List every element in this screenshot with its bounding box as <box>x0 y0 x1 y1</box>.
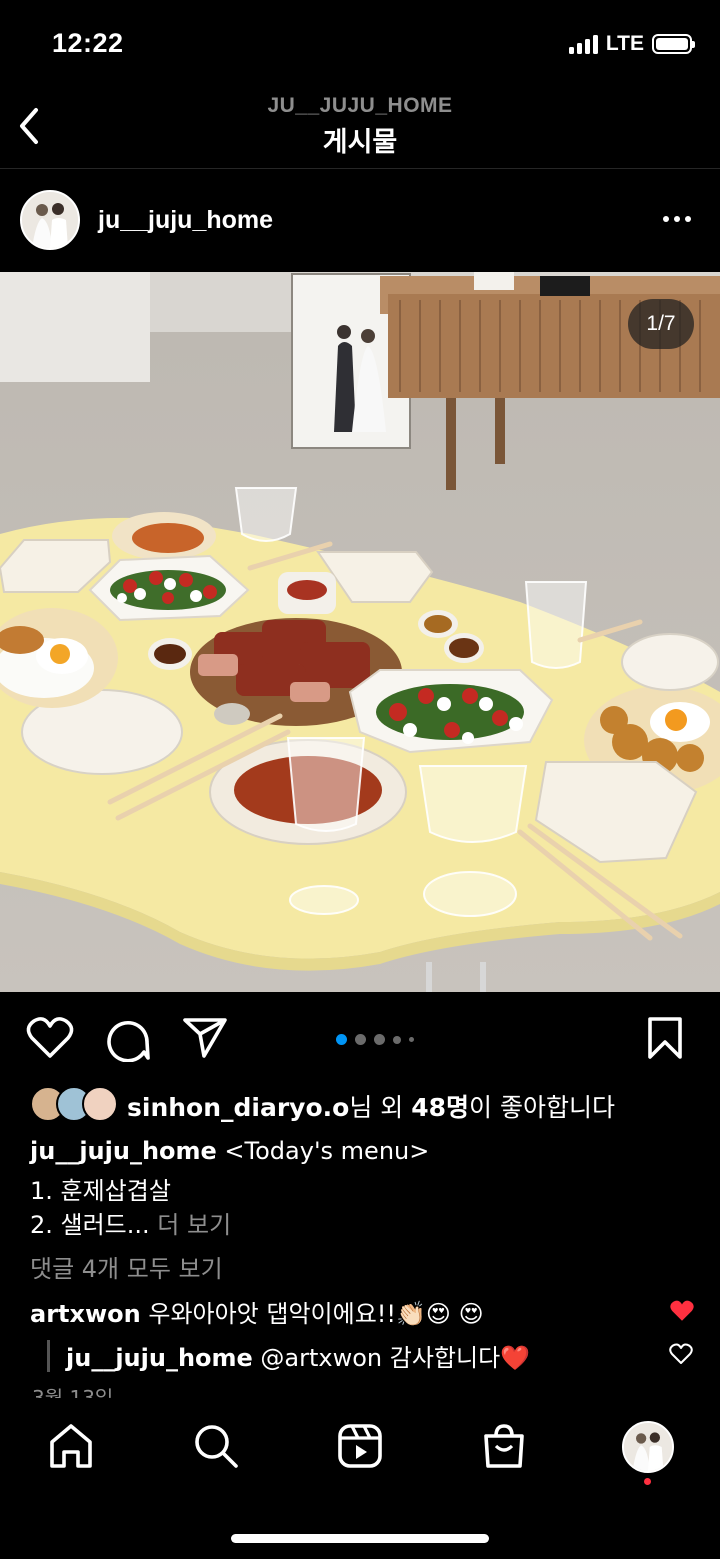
avatar <box>82 1086 118 1122</box>
heart-icon[interactable] <box>26 1016 74 1060</box>
carousel-dots <box>336 1034 414 1045</box>
home-indicator[interactable] <box>231 1534 489 1543</box>
header-username: JU__JUJU_HOME <box>267 94 453 117</box>
signal-icon <box>568 34 598 54</box>
home-icon[interactable] <box>48 1422 94 1470</box>
status-time: 12:22 <box>52 28 124 58</box>
page-title: 게시물 <box>322 127 398 158</box>
comment-text: 우와아아앗 댑악이에요!!👏🏻😍 😍 <box>140 1300 484 1328</box>
comment-icon[interactable] <box>104 1016 150 1062</box>
shop-icon[interactable] <box>480 1422 528 1470</box>
post-image[interactable] <box>0 272 720 992</box>
more-options-icon[interactable] <box>662 210 692 228</box>
profile-avatar[interactable] <box>622 1421 674 1473</box>
comment-like-filled-icon[interactable] <box>669 1299 695 1323</box>
liked-by-username[interactable]: sinhon_diaryo.o <box>127 1093 349 1122</box>
image-counter: 1/7 <box>628 299 694 349</box>
post-username[interactable]: ju__juju_home <box>98 206 273 235</box>
reply-text: @artxwon 감사합니다❤️ <box>252 1344 531 1372</box>
comment-username[interactable]: artxwon <box>30 1300 141 1328</box>
caption-line2-wrap: 2. 샐러드... 더 보기 <box>30 1205 231 1240</box>
likes-summary[interactable]: sinhon_diaryo.o님 외 48명이 좋아합니다 <box>127 1088 615 1124</box>
caption-text: <Today's menu> <box>216 1137 430 1165</box>
comment-row: artxwon 우와아아앗 댑악이에요!!👏🏻😍 😍 <box>30 1294 484 1329</box>
caption-line2: 2. 샐러드... <box>30 1211 150 1239</box>
view-all-comments-link[interactable]: 댓글 4개 모두 보기 <box>30 1249 223 1284</box>
notification-dot <box>644 1478 651 1485</box>
status-indicators: LTE <box>568 32 695 56</box>
liked-by-avatars[interactable] <box>30 1086 118 1122</box>
caption-username[interactable]: ju__juju_home <box>30 1137 217 1165</box>
caption-first-line: ju__juju_home <Today's menu> <box>30 1137 429 1165</box>
search-icon[interactable] <box>192 1422 240 1470</box>
comment-like-icon[interactable] <box>669 1343 693 1365</box>
post-avatar[interactable] <box>20 190 80 250</box>
caption-line1: 1. 훈제삽겹살 <box>30 1177 171 1205</box>
reply-username[interactable]: ju__juju_home <box>66 1344 253 1372</box>
bookmark-icon[interactable] <box>646 1016 684 1060</box>
header-divider <box>0 168 720 169</box>
battery-icon <box>652 34 695 54</box>
likes-count[interactable]: 48명 <box>411 1093 469 1122</box>
likes-text-mid: 님 외 <box>349 1093 412 1122</box>
reply-indicator <box>47 1340 50 1372</box>
likes-text-end: 이 좋아합니다 <box>469 1093 615 1122</box>
more-link[interactable]: 더 보기 <box>150 1211 231 1239</box>
network-label: LTE <box>605 32 644 55</box>
reply-row: ju__juju_home @artxwon 감사합니다❤️ <box>66 1338 530 1373</box>
reels-icon[interactable] <box>336 1422 384 1470</box>
share-icon[interactable] <box>182 1016 228 1060</box>
